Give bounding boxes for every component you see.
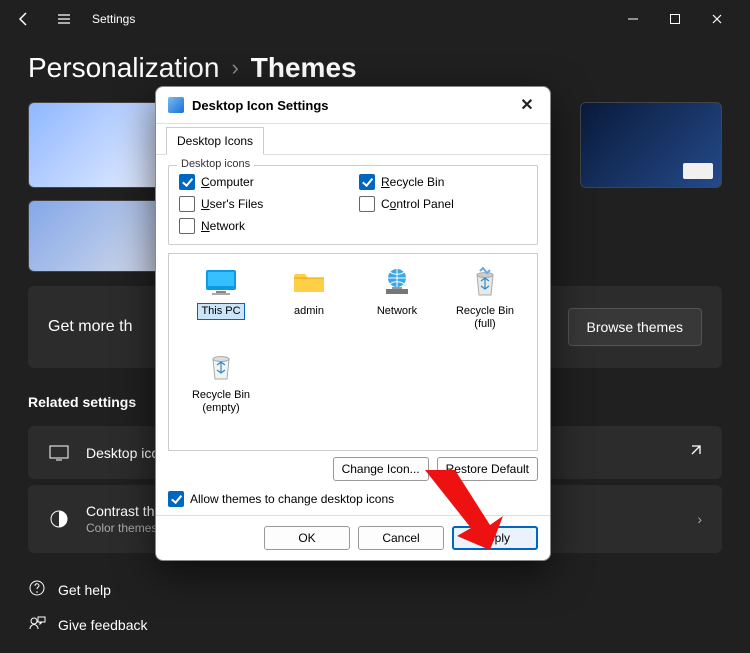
icon-item-label: Network [374, 304, 420, 319]
icon-item-recycle-bin-empty[interactable]: Recycle Bin (empty) [179, 348, 263, 428]
get-help-label: Get help [58, 582, 111, 598]
bottom-links: Get help Give feedback [28, 579, 148, 635]
theme-thumbnail[interactable] [28, 200, 170, 272]
change-icon-button[interactable]: Change Icon... [333, 457, 429, 481]
checkbox-users-files[interactable]: User's Files [179, 196, 347, 212]
icon-item-this-pc[interactable]: This PC [179, 264, 263, 344]
get-more-themes-label: Get more th [48, 318, 132, 336]
get-help-link[interactable]: Get help [28, 579, 148, 600]
icon-item-label: admin [291, 304, 327, 319]
icon-item-label: Recycle Bin (full) [443, 304, 527, 331]
give-feedback-label: Give feedback [58, 617, 148, 633]
help-icon [28, 579, 46, 600]
app-title: Settings [92, 12, 135, 26]
tab-panel: Desktop icons Computer Recycle Bin User'… [156, 155, 550, 515]
recycle-bin-empty-icon [203, 348, 239, 384]
cancel-button[interactable]: Cancel [358, 526, 444, 550]
breadcrumb-parent[interactable]: Personalization [28, 52, 219, 84]
open-external-icon [688, 444, 702, 461]
breadcrumb-current: Themes [251, 52, 357, 84]
checkbox-icon [179, 196, 195, 212]
back-button[interactable] [8, 3, 40, 35]
checkbox-control-panel[interactable]: Control Panel [359, 196, 527, 212]
browse-themes-button[interactable]: Browse themes [568, 308, 702, 346]
give-feedback-link[interactable]: Give feedback [28, 614, 148, 635]
icon-item-admin[interactable]: admin [267, 264, 351, 344]
close-button[interactable] [708, 10, 726, 28]
icon-item-label: This PC [198, 304, 243, 319]
checkbox-network[interactable]: Network [179, 218, 347, 234]
chevron-right-icon: › [697, 511, 702, 527]
checkbox-computer[interactable]: Computer [179, 174, 347, 190]
group-legend: Desktop icons [177, 158, 254, 170]
icon-item-network[interactable]: Network [355, 264, 439, 344]
apply-button[interactable]: Apply [452, 526, 538, 550]
window-controls [624, 10, 742, 28]
theme-thumbnail[interactable] [580, 102, 722, 188]
dialog-tabs: Desktop Icons [156, 126, 550, 155]
icon-buttons-row: Change Icon... Restore Default [168, 457, 538, 481]
checkbox-icon [359, 174, 375, 190]
icon-preview-list: This PC admin Network Recycle Bin (full) [168, 253, 538, 451]
checkbox-recycle-bin[interactable]: Recycle Bin [359, 174, 527, 190]
network-icon [379, 264, 415, 300]
feedback-icon [28, 614, 46, 635]
recycle-bin-full-icon [467, 264, 503, 300]
chevron-right-icon: › [231, 55, 238, 81]
desktop-icons-group: Desktop icons Computer Recycle Bin User'… [168, 165, 538, 245]
allow-themes-checkbox[interactable]: Allow themes to change desktop icons [168, 491, 538, 507]
allow-themes-label: Allow themes to change desktop icons [190, 492, 394, 506]
nav-menu-button[interactable] [48, 3, 80, 35]
icon-item-recycle-bin-full[interactable]: Recycle Bin (full) [443, 264, 527, 344]
monitor-icon [203, 264, 239, 300]
dialog-close-button[interactable]: ✕ [516, 95, 538, 115]
dialog-footer: OK Cancel Apply [156, 515, 550, 560]
icon-item-label: Recycle Bin (empty) [179, 388, 263, 415]
maximize-button[interactable] [666, 10, 684, 28]
ok-button[interactable]: OK [264, 526, 350, 550]
checkbox-icon [179, 174, 195, 190]
checkbox-icon [359, 196, 375, 212]
checkbox-icon [179, 218, 195, 234]
restore-default-button[interactable]: Restore Default [437, 457, 538, 481]
minimize-button[interactable] [624, 10, 642, 28]
titlebar: Settings [0, 0, 750, 38]
dialog-title: Desktop Icon Settings [192, 98, 329, 113]
dialog-titlebar: Desktop Icon Settings ✕ [156, 87, 550, 124]
contrast-icon [48, 510, 70, 528]
desktop-icon [48, 445, 70, 461]
theme-thumbnail[interactable] [28, 102, 170, 188]
dialog-icon [168, 97, 184, 113]
checkbox-icon [168, 491, 184, 507]
desktop-icon-settings-dialog: Desktop Icon Settings ✕ Desktop Icons De… [155, 86, 551, 561]
folder-icon [291, 264, 327, 300]
tab-desktop-icons[interactable]: Desktop Icons [166, 127, 264, 155]
